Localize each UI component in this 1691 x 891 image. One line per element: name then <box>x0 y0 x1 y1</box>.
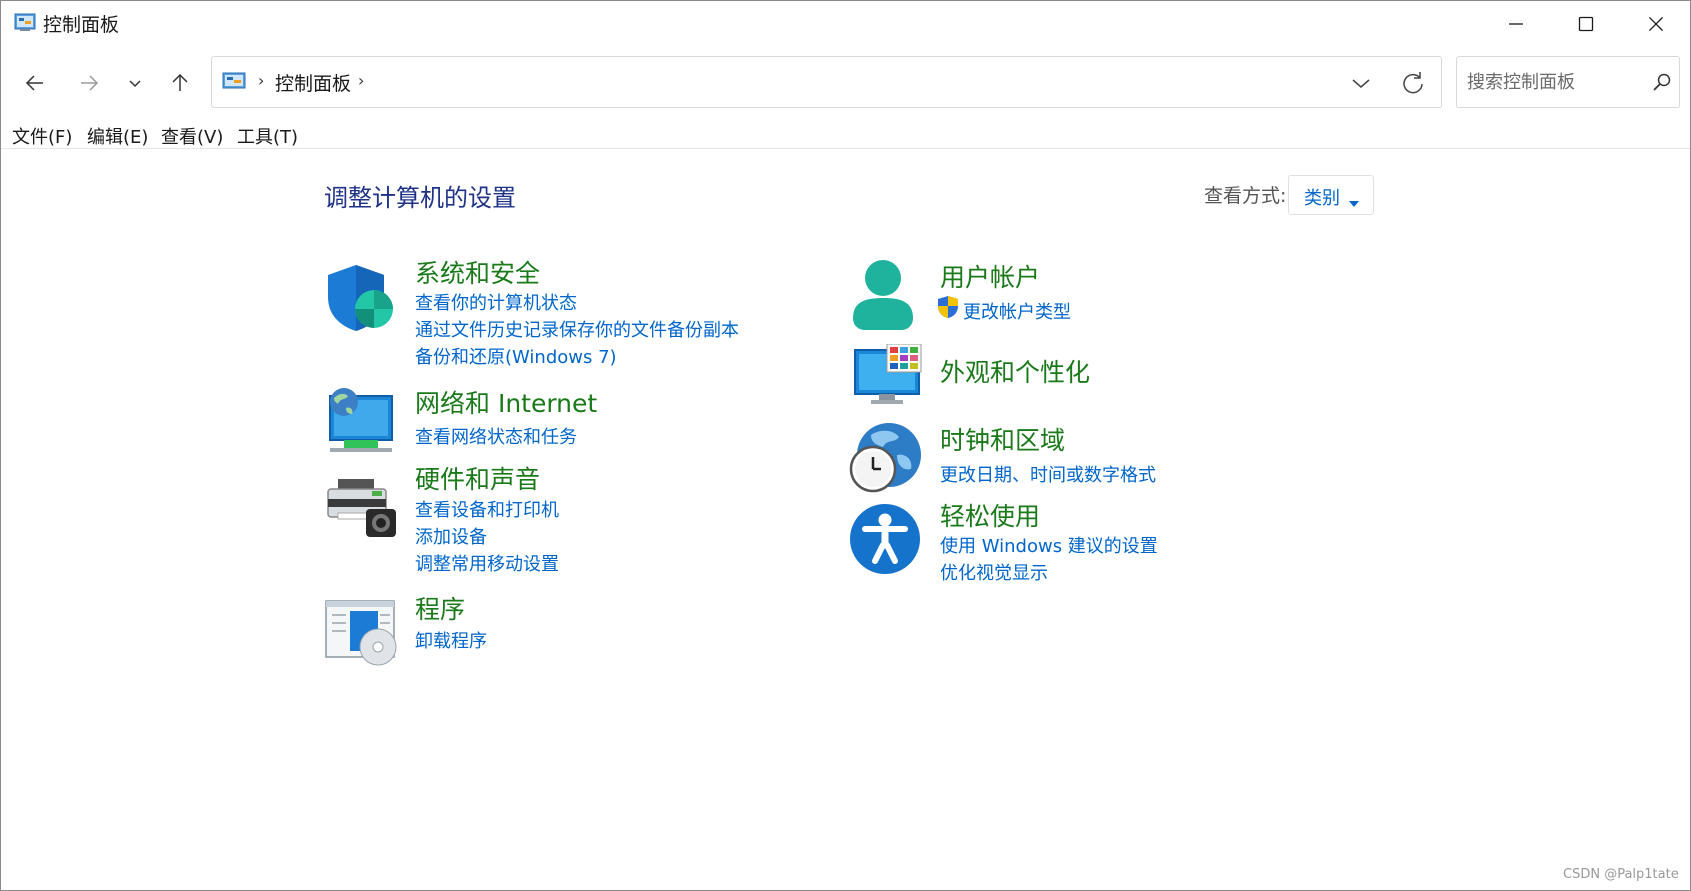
menu-bar: 文件(F) 编辑(E) 查看(V) 工具(T) <box>1 119 1690 149</box>
forward-button[interactable] <box>71 65 107 101</box>
link-file-history-backup[interactable]: 通过文件历史记录保存你的文件备份副本 <box>415 316 739 342</box>
watermark: CSDN @Palp1tate <box>1563 867 1679 882</box>
menu-file[interactable]: 文件(F) <box>12 123 72 149</box>
category-ease-of-access[interactable]: 轻松使用 <box>940 497 1040 533</box>
link-change-date-time[interactable]: 更改日期、时间或数字格式 <box>940 461 1156 487</box>
link-mobility-settings[interactable]: 调整常用移动设置 <box>415 550 559 576</box>
menu-edit[interactable]: 编辑(E) <box>87 123 148 149</box>
link-network-status[interactable]: 查看网络状态和任务 <box>415 423 577 449</box>
appearance-icon[interactable] <box>853 343 923 410</box>
category-hardware-sound[interactable]: 硬件和声音 <box>415 460 540 496</box>
breadcrumb-control-panel[interactable]: 控制面板 <box>275 69 351 96</box>
view-by-select[interactable]: 类别 <box>1288 175 1374 215</box>
link-change-account-type[interactable]: 更改帐户类型 <box>963 298 1071 324</box>
search-box[interactable] <box>1456 56 1680 108</box>
maximize-button[interactable] <box>1551 1 1621 47</box>
control-panel-icon <box>222 71 246 95</box>
close-button[interactable] <box>1621 1 1690 47</box>
category-network-internet[interactable]: 网络和 Internet <box>415 384 597 420</box>
link-backup-restore[interactable]: 备份和还原(Windows 7) <box>415 343 617 369</box>
recent-locations-button[interactable] <box>117 65 153 101</box>
caret-down-icon <box>1349 192 1359 211</box>
user-icon[interactable] <box>849 258 917 336</box>
refresh-icon <box>1403 72 1423 94</box>
uac-shield-icon <box>937 295 959 323</box>
network-icon[interactable] <box>326 386 396 458</box>
chevron-down-icon <box>1352 79 1370 88</box>
breadcrumb-separator[interactable]: › <box>358 71 364 90</box>
menu-divider <box>1 148 1690 149</box>
category-programs[interactable]: 程序 <box>415 590 465 626</box>
category-appearance[interactable]: 外观和个性化 <box>940 353 1090 389</box>
link-recommended-settings[interactable]: 使用 Windows 建议的设置 <box>940 532 1158 558</box>
printer-icon[interactable] <box>326 477 398 543</box>
link-optimize-display[interactable]: 优化视觉显示 <box>940 559 1048 585</box>
back-button[interactable] <box>17 65 53 101</box>
up-button[interactable] <box>162 65 198 101</box>
clock-globe-icon[interactable] <box>849 421 923 499</box>
refresh-button[interactable] <box>1400 70 1426 96</box>
window-title: 控制面板 <box>43 14 120 36</box>
breadcrumb-separator[interactable]: › <box>258 71 264 90</box>
accessibility-icon[interactable] <box>849 503 921 579</box>
view-by-value: 类别 <box>1304 188 1340 209</box>
programs-icon[interactable] <box>324 599 398 671</box>
control-panel-icon <box>14 12 36 36</box>
minimize-button[interactable] <box>1481 1 1551 47</box>
address-bar[interactable]: › 控制面板 › <box>211 56 1442 108</box>
link-uninstall-program[interactable]: 卸载程序 <box>415 627 487 653</box>
view-by-label: 查看方式: <box>1204 185 1287 207</box>
page-title: 调整计算机的设置 <box>324 184 516 212</box>
link-check-computer-status[interactable]: 查看你的计算机状态 <box>415 289 577 315</box>
shield-icon[interactable] <box>326 263 394 337</box>
link-add-device[interactable]: 添加设备 <box>415 523 487 549</box>
category-clock-region[interactable]: 时钟和区域 <box>940 421 1065 457</box>
menu-view[interactable]: 查看(V) <box>161 123 223 149</box>
category-user-accounts[interactable]: 用户帐户 <box>940 258 1040 294</box>
title-bar: 控制面板 <box>1 1 1690 47</box>
address-history-button[interactable] <box>1349 73 1377 93</box>
link-devices-printers[interactable]: 查看设备和打印机 <box>415 496 559 522</box>
category-system-security[interactable]: 系统和安全 <box>415 254 540 290</box>
control-panel-window: 控制面板 › 控制面板 › 搜索控制面板 文件(F) 编辑(E) 查看(V) 工… <box>0 0 1691 891</box>
search-icon[interactable] <box>1652 72 1672 96</box>
search-input[interactable] <box>1465 67 1649 97</box>
menu-tools[interactable]: 工具(T) <box>237 123 298 149</box>
